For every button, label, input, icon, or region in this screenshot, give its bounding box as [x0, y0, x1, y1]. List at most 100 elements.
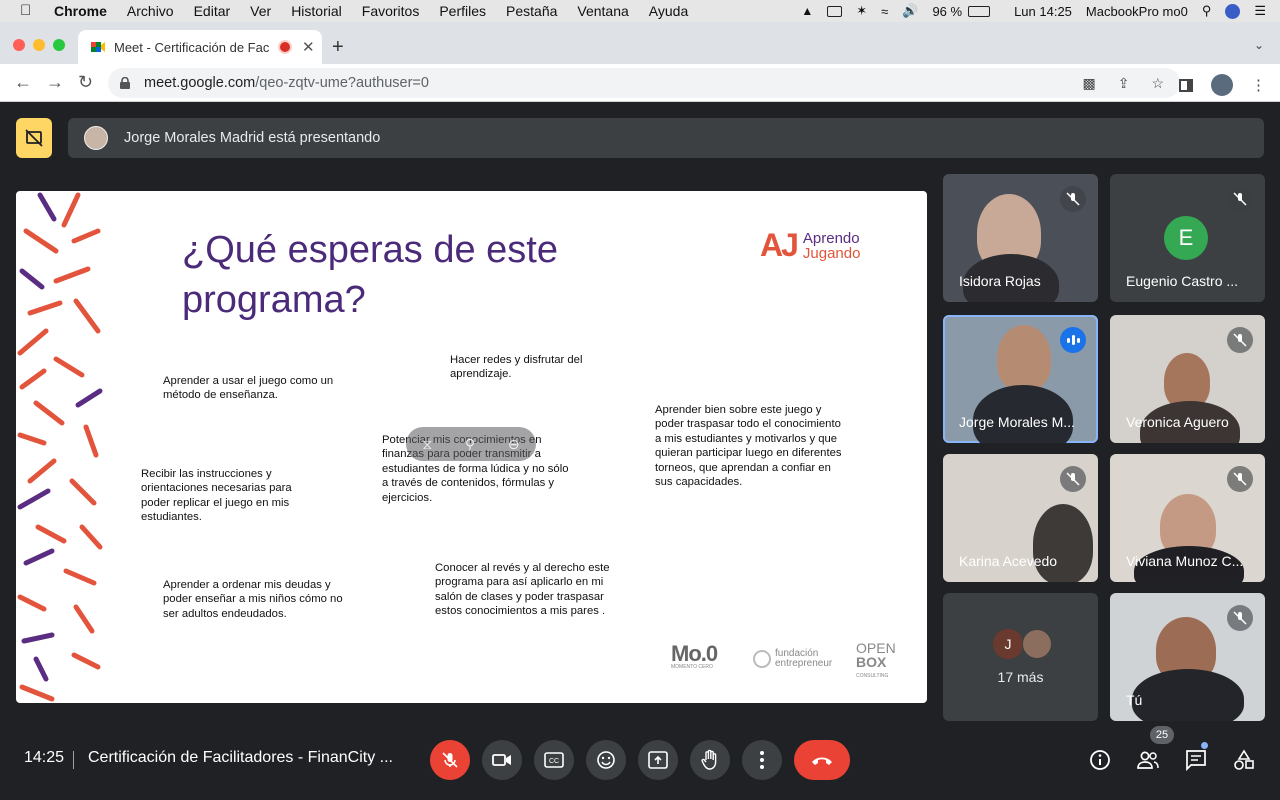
participant-photo-avatar [1022, 629, 1052, 659]
bluetooth-icon[interactable]: ✶ [856, 3, 867, 19]
menubar-status: ▲ ✶ ≈ 🔊 96 % Lun 14:25 MacbookPro mo0 ⚲ … [801, 0, 1280, 22]
toolbar-right: ⋮ [1179, 74, 1266, 96]
more-vert-icon [760, 751, 764, 769]
menu-pestana[interactable]: Pestaña [506, 3, 557, 19]
url-text[interactable]: meet.google.com/qeo-zqtv-ume?authuser=0 [144, 75, 429, 91]
hand-icon [701, 749, 717, 770]
drive-icon[interactable]: ▲ [801, 4, 813, 18]
sponsor1-text: Mo.0 [671, 641, 718, 666]
participant-tile[interactable]: E Eugenio Castro ... [1110, 174, 1265, 302]
participant-name: Veronica Aguero [1126, 414, 1229, 430]
pin-icon[interactable]: ⧖ [422, 436, 432, 453]
lock-icon[interactable] [120, 76, 130, 89]
menu-favoritos[interactable]: Favoritos [362, 3, 420, 19]
expand-icon[interactable]: ⚲ [465, 436, 475, 453]
recording-indicator-icon [280, 42, 290, 52]
activities-button[interactable] [1226, 742, 1262, 778]
new-tab-button[interactable]: + [332, 36, 344, 59]
apple-icon[interactable]:  [20, 3, 34, 19]
logo-line2: Jugando [802, 244, 861, 262]
menu-ver[interactable]: Ver [250, 3, 271, 19]
volume-icon[interactable]: 🔊 [902, 3, 918, 19]
self-view-tile[interactable]: Tú [1110, 593, 1265, 721]
close-window-button[interactable] [13, 39, 25, 51]
participant-count-badge: 25 [1150, 726, 1174, 744]
participant-initial-avatar: E [1164, 216, 1208, 260]
wifi-icon[interactable]: ≈ [881, 4, 888, 19]
camera-icon [492, 754, 511, 766]
microphone-toggle-button[interactable] [430, 740, 470, 780]
spotlight-icon[interactable]: ⚲ [1202, 3, 1212, 19]
side-panel-icon[interactable] [1179, 78, 1193, 92]
slide-title: ¿Qué esperas de este programa? [182, 225, 558, 325]
participant-name: Karina Acevedo [959, 553, 1058, 569]
participant-tile-active-speaker[interactable]: Jorge Morales M... [943, 315, 1098, 443]
present-now-button[interactable] [638, 740, 678, 780]
stop-presenting-icon [25, 129, 43, 147]
logo-line1: Aprendo [802, 229, 860, 247]
participant-tile[interactable]: Veronica Aguero [1110, 315, 1265, 443]
participant-tile[interactable]: Karina Acevedo [943, 454, 1098, 582]
profile-avatar[interactable] [1211, 74, 1233, 96]
meeting-details-button[interactable] [1082, 742, 1118, 778]
presentation-toggle-button[interactable] [16, 118, 52, 158]
participant-name: Jorge Morales M... [959, 414, 1075, 430]
siri-icon[interactable] [1225, 3, 1241, 19]
menubar-host[interactable]: MacbookPro mo0 [1086, 4, 1188, 19]
battery-icon[interactable] [968, 5, 991, 17]
muted-mic-icon [1060, 186, 1086, 212]
menu-app-name[interactable]: Chrome [54, 3, 107, 19]
menu-ayuda[interactable]: Ayuda [649, 3, 688, 19]
address-bar[interactable]: meet.google.com/qeo-zqtv-ume?authuser=0 … [108, 68, 1180, 98]
minimize-window-button[interactable] [33, 39, 45, 51]
slide-text-block: Aprender a ordenar mis deudas y poder en… [163, 579, 343, 620]
menu-editar[interactable]: Editar [194, 3, 231, 19]
menu-archivo[interactable]: Archivo [127, 3, 174, 19]
reactions-button[interactable] [586, 740, 626, 780]
remove-icon[interactable]: ⊖ [508, 436, 520, 453]
menu-perfiles[interactable]: Perfiles [439, 3, 486, 19]
logo-mark: AJ [760, 227, 799, 263]
muted-mic-icon [1227, 466, 1253, 492]
people-icon [1137, 751, 1159, 769]
airplay-icon[interactable] [827, 5, 843, 17]
menu-ventana[interactable]: Ventana [577, 3, 628, 19]
tab-search-chevron-icon[interactable]: ⌄ [1254, 38, 1264, 52]
participant-name: Isidora Rojas [959, 273, 1041, 289]
presentation-slide[interactable]: ¿Qué esperas de este programa? AJ Aprend… [16, 191, 927, 703]
menubar-clock[interactable]: Lun 14:25 [1014, 4, 1072, 19]
captions-button[interactable]: CC [534, 740, 574, 780]
omnibox-actions: ▩ ⇪ ☆ [1082, 75, 1164, 92]
reload-button[interactable]: ↻ [78, 72, 93, 93]
control-center-icon[interactable]: ☰ [1254, 3, 1266, 19]
info-icon [1090, 750, 1110, 770]
forward-button[interactable]: → [46, 72, 64, 93]
speaking-indicator-icon [1060, 327, 1086, 353]
sponsor2-line2: entrepreneur [775, 658, 833, 669]
camera-toggle-button[interactable] [482, 740, 522, 780]
aprendo-jugando-logo: AJ Aprendo Jugando [760, 227, 860, 264]
zoom-window-button[interactable] [53, 39, 65, 51]
slide-text-block: Recibir las instrucciones y orientacione… [141, 468, 292, 524]
share-icon[interactable]: ⇪ [1118, 75, 1130, 92]
participant-tile[interactable]: Viviana Munoz C... [1110, 454, 1265, 582]
sponsor3-line2: BOX [856, 654, 887, 670]
chat-button[interactable] [1178, 742, 1214, 778]
menu-historial[interactable]: Historial [291, 3, 342, 19]
raise-hand-button[interactable] [690, 740, 730, 780]
back-button[interactable]: ← [14, 72, 32, 93]
more-options-button[interactable] [742, 740, 782, 780]
leave-call-button[interactable] [794, 740, 850, 780]
slide-text-block: Aprender bien sobre este juego y poder t… [655, 404, 842, 489]
meet-favicon-icon [90, 39, 106, 55]
participant-tile[interactable]: Isidora Rojas [943, 174, 1098, 302]
close-tab-icon[interactable]: ✕ [302, 38, 315, 56]
people-button[interactable] [1130, 742, 1166, 778]
bookmark-star-icon[interactable]: ☆ [1151, 75, 1164, 92]
chrome-menu-icon[interactable]: ⋮ [1251, 76, 1266, 94]
participant-name: Eugenio Castro ... [1126, 273, 1239, 289]
chat-notification-dot [1201, 742, 1208, 749]
tab-meet[interactable]: Meet - Certificación de Fac ✕ [78, 30, 322, 64]
camera-permission-icon[interactable]: ▩ [1082, 75, 1095, 92]
more-participants-tile[interactable]: J 17 más [943, 593, 1098, 721]
